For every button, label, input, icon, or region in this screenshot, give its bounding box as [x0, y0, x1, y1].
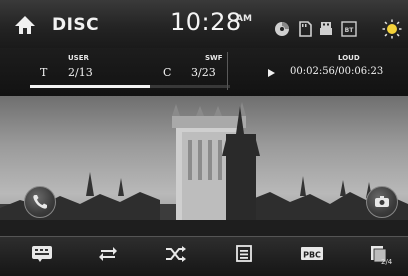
clock-ampm: AM [236, 14, 252, 24]
usb-icon [320, 22, 332, 35]
palace-of-westminster-image [0, 102, 408, 236]
phone-icon [33, 195, 47, 209]
play-state-icon [268, 69, 275, 77]
disc-icon [275, 22, 289, 36]
disc-player-screen: DISC 10:28 AM BT USER SWF LOUD T 2/13 C [0, 0, 408, 276]
shuffle-icon[interactable] [164, 244, 188, 264]
camera-switch-button[interactable] [366, 186, 398, 218]
phone-button[interactable] [24, 186, 56, 218]
track-number: 2/13 [68, 66, 93, 79]
progress-bar[interactable] [30, 85, 230, 88]
repeat-icon[interactable] [96, 244, 120, 264]
audio-track-icon[interactable]: PBC [300, 244, 324, 264]
home-icon[interactable] [14, 14, 36, 36]
user-label: USER [68, 54, 89, 62]
playback-time: 00:02:56/00:06:23 [290, 66, 384, 77]
svg-text:BT: BT [345, 27, 355, 34]
progress-fill [30, 85, 150, 88]
track-prefix: T [40, 66, 48, 79]
clock-time: 10:28 [170, 8, 242, 36]
subtitle-icon[interactable] [30, 244, 54, 264]
loud-label: LOUD [338, 54, 360, 62]
chapter-number: 3/23 [191, 66, 216, 79]
sd-card-icon [299, 21, 312, 37]
bluetooth-icon: BT [341, 21, 357, 37]
camera-switch-icon [375, 196, 389, 207]
page-indicator: 2/4 [381, 258, 393, 266]
brightness-icon[interactable] [382, 19, 402, 39]
source-title: DISC [52, 15, 100, 35]
playlist-icon[interactable] [232, 244, 256, 264]
bottom-control-bar [0, 236, 408, 276]
svg-text:PBC: PBC [303, 251, 321, 260]
swf-label: SWF [205, 54, 223, 62]
chapter-prefix: C [163, 66, 172, 79]
